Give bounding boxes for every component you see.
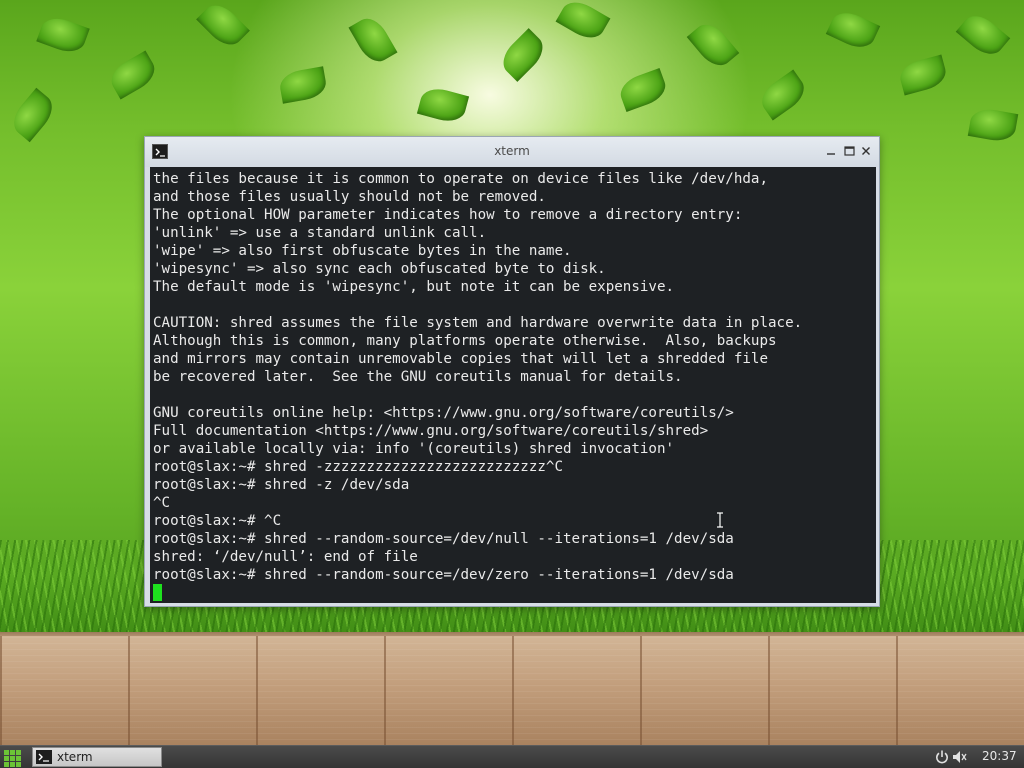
start-menu-grid-icon [16,756,21,761]
terminal-line: and mirrors may contain unremovable copi… [153,351,768,367]
start-menu-grid-icon [10,750,15,755]
window-titlebar[interactable]: xterm [145,137,879,167]
terminal-line: The optional HOW parameter indicates how… [153,207,743,223]
terminal-line: The default mode is 'wipesync', but note… [153,279,675,295]
wallpaper-wooden-deck [0,636,1024,746]
terminal-line: the files because it is common to operat… [153,171,768,187]
taskbar-clock[interactable]: 20:37 [982,749,1017,763]
terminal-line: Full documentation <https://www.gnu.org/… [153,423,709,439]
terminal-line: root@slax:~# shred --random-source=/dev/… [153,567,734,583]
terminal-line: be recovered later. See the GNU coreutil… [153,369,683,385]
terminal-line: CAUTION: shred assumes the file system a… [153,315,803,331]
close-icon [862,147,870,155]
start-menu-grid-icon [10,762,15,767]
terminal-line: 'wipesync' => also sync each obfuscated … [153,261,606,277]
terminal-line: root@slax:~# ^C [153,513,282,529]
terminal-icon [36,750,52,764]
taskbar: xterm 20:37 [0,745,1024,768]
taskbar-item-xterm[interactable]: xterm [32,747,162,767]
start-menu-grid-icon [10,756,15,761]
terminal-area[interactable]: the files because it is common to operat… [150,167,876,603]
terminal-line: root@slax:~# shred -zzzzzzzzzzzzzzzzzzzz… [153,459,563,475]
start-menu-button[interactable] [2,748,22,767]
power-icon [936,750,948,764]
terminal-line: GNU coreutils online help: <https://www.… [153,405,734,421]
window-title: xterm [494,144,530,158]
power-button[interactable] [934,749,950,765]
terminal-line: and those files usually should not be re… [153,189,546,205]
start-menu-grid-icon [4,762,9,767]
terminal-cursor [153,584,162,601]
terminal-line: shred: ‘/dev/null’: end of file [153,549,418,565]
text-cursor-ibeam-icon [717,512,723,528]
terminal-line: or available locally via: info '(coreuti… [153,441,675,457]
minimize-icon [827,153,835,155]
start-menu-grid-icon [16,762,21,767]
terminal-line: ^C [153,495,171,511]
volume-muted-icon [953,751,967,763]
volume-button[interactable] [951,749,967,765]
maximize-button[interactable] [841,143,857,159]
terminal-line: root@slax:~# shred -z /dev/sda [153,477,410,493]
terminal-line: 'wipe' => also first obfuscate bytes in … [153,243,572,259]
start-menu-grid-icon [4,750,9,755]
maximize-icon [843,146,855,156]
terminal-line: root@slax:~# shred --random-source=/dev/… [153,531,734,547]
start-menu-grid-icon [16,750,21,755]
close-button[interactable] [858,143,874,159]
terminal-line: 'unlink' => use a standard unlink call. [153,225,487,241]
taskbar-item-label: xterm [57,750,93,764]
terminal-line: Although this is common, many platforms … [153,333,777,349]
start-menu-grid-icon [4,756,9,761]
xterm-window[interactable]: xterm the files because it is common to … [144,136,880,607]
terminal-output: the files because it is common to operat… [153,170,873,584]
minimize-button[interactable] [823,143,839,159]
